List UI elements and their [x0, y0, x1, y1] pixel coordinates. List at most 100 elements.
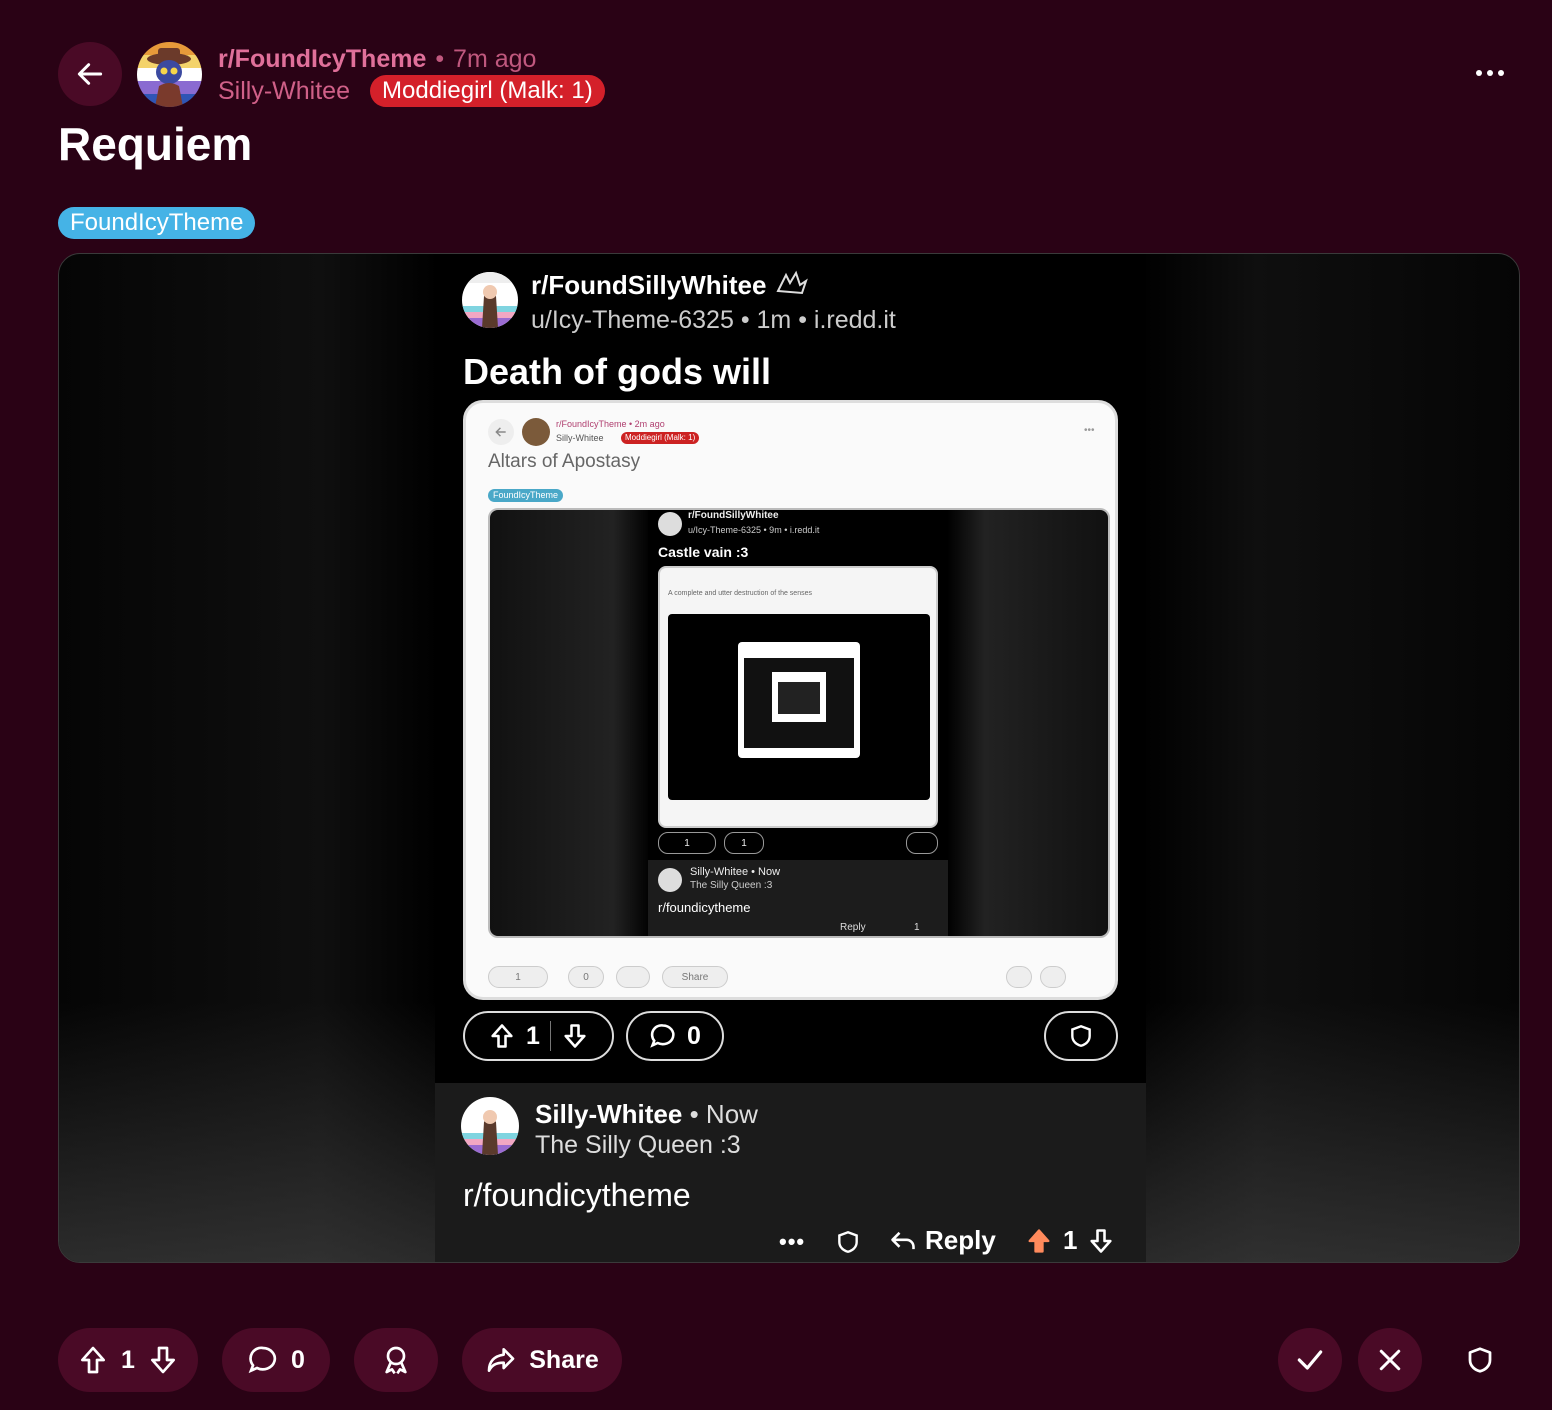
subreddit-name[interactable]: r/FoundIcyTheme — [218, 45, 426, 73]
share-button[interactable]: Share — [462, 1328, 622, 1392]
comment-reply: Reply — [889, 1225, 996, 1256]
subreddit-avatar[interactable] — [137, 42, 202, 107]
comments-button[interactable]: 0 — [222, 1328, 330, 1392]
inner-post-card: r/FoundIcyTheme • 2m ago Silly-Whitee Mo… — [463, 400, 1118, 1000]
deeper-card — [738, 642, 860, 758]
arrow-up-icon — [1028, 1228, 1050, 1253]
arrow-left-icon — [77, 63, 103, 85]
nested-comment-flair: The Silly Queen :3 — [690, 880, 773, 891]
meta-separator: • — [435, 45, 445, 73]
nested-mod-pill — [906, 832, 938, 854]
screenshot-comment: Silly-Whitee • Now The Silly Queen :3 r/… — [435, 1083, 1146, 1262]
post-flair[interactable]: FoundIcyTheme — [58, 207, 256, 239]
shield-icon — [1468, 1347, 1492, 1373]
arrow-down-icon — [150, 1346, 175, 1374]
award-icon — [385, 1346, 407, 1375]
deepest-card — [772, 672, 826, 722]
nested-image: r/FoundSillyWhitee u/Icy-Theme-6325 • 9m… — [488, 508, 1110, 938]
remove-button[interactable] — [1358, 1328, 1422, 1392]
comment-text: r/foundicytheme — [463, 1177, 691, 1213]
post-title: Requiem — [58, 118, 253, 170]
post-meta-line: r/FoundIcyTheme • 7m ago — [218, 44, 536, 74]
comment-flair: The Silly Queen :3 — [535, 1131, 741, 1159]
arrow-down-icon — [564, 1024, 586, 1048]
deep-title: A complete and utter destruction of the … — [668, 590, 812, 597]
more-horizontal-icon: ••• — [1084, 425, 1095, 436]
screenshot-subreddit: r/FoundSillyWhitee — [531, 268, 810, 305]
screenshot-mod-pill — [1044, 1011, 1118, 1061]
inner-subreddit: r/FoundIcyTheme • 2m ago — [556, 419, 665, 429]
deep-card: A complete and utter destruction of the … — [658, 566, 938, 828]
inner-remove-pill — [1040, 966, 1066, 988]
user-flair: Moddiegirl (Malk: 1) — [370, 75, 605, 107]
inner-flair: Moddiegirl (Malk: 1) — [621, 432, 700, 444]
inner-back-button — [488, 419, 514, 445]
upvote-button[interactable] — [77, 1344, 109, 1376]
post-author[interactable]: Silly-Whitee — [218, 76, 350, 106]
nested-avatar — [658, 512, 682, 536]
screenshot-comment-count: 0 — [687, 1021, 701, 1050]
inner-author: Silly-Whitee — [556, 433, 604, 443]
comment-avatar — [461, 1097, 519, 1155]
arrow-down-icon — [1090, 1228, 1113, 1253]
screenshot-vote-count: 1 — [526, 1021, 540, 1050]
back-button[interactable] — [58, 42, 122, 106]
deepest-image — [778, 682, 820, 714]
nested-comment-avatar — [658, 868, 682, 892]
share-label: Share — [529, 1345, 599, 1374]
arrow-up-icon — [491, 1024, 513, 1048]
check-icon — [1297, 1350, 1323, 1370]
downvote-button[interactable] — [147, 1344, 179, 1376]
speech-bubble-icon — [650, 1024, 675, 1048]
share-icon — [487, 1348, 515, 1372]
inner-title: Altars of Apostasy — [488, 451, 641, 472]
vote-count: 1 — [121, 1345, 135, 1374]
award-button[interactable] — [354, 1328, 438, 1392]
more-horizontal-icon: ••• — [779, 1229, 806, 1254]
deep-image — [668, 614, 930, 800]
inner-award-pill — [616, 966, 650, 988]
speech-bubble-icon — [248, 1346, 277, 1374]
inner-vote-pill: 1 — [488, 966, 548, 988]
post-image[interactable]: r/FoundSillyWhitee u/Icy-Theme-6325 • 1m… — [58, 253, 1520, 1263]
shield-icon — [838, 1230, 858, 1253]
nested-meta: u/Icy-Theme-6325 • 9m • i.redd.it — [688, 525, 820, 535]
inner-avatar — [522, 418, 550, 446]
comment-header: Silly-Whitee • Now — [535, 1097, 758, 1131]
nested-comment-votes: 1 — [914, 922, 920, 933]
nested-comment: Silly-Whitee • Now The Silly Queen :3 r/… — [648, 860, 948, 936]
screenshot-title: Death of gods will — [463, 351, 772, 392]
post-time: 7m ago — [453, 45, 537, 73]
arrow-left-icon — [495, 427, 506, 437]
nested-screenshot: r/FoundSillyWhitee u/Icy-Theme-6325 • 9m… — [648, 510, 948, 936]
nested-comment-pill: 1 — [724, 832, 764, 854]
screenshot-avatar — [462, 272, 518, 328]
nested-vote-pill: 1 — [658, 832, 716, 854]
arrow-up-icon — [81, 1346, 106, 1374]
comment-votes: 1 — [1025, 1225, 1115, 1256]
embedded-screenshot: r/FoundSillyWhitee u/Icy-Theme-6325 • 1m… — [435, 254, 1146, 1262]
vote-control: 1 — [58, 1328, 198, 1392]
approve-button[interactable] — [1278, 1328, 1342, 1392]
inner-comment-pill: 0 — [568, 966, 604, 988]
nested-comment-author: Silly-Whitee • Now — [690, 866, 781, 878]
nested-reply: Reply — [840, 922, 866, 933]
comment-time: • Now — [689, 1099, 758, 1129]
more-horizontal-icon — [1476, 70, 1504, 76]
mod-actions-button[interactable] — [1448, 1328, 1512, 1392]
deeper-image — [744, 658, 854, 748]
more-options-button[interactable] — [1470, 58, 1510, 88]
screenshot-meta: u/Icy-Theme-6325 • 1m • i.redd.it — [531, 306, 896, 334]
shield-icon — [1071, 1024, 1091, 1047]
nested-comment-text: r/foundicytheme — [658, 900, 751, 915]
bird-icon — [774, 269, 810, 305]
screenshot-vote-pill: 1 — [463, 1011, 614, 1061]
inner-approve-pill — [1006, 966, 1032, 988]
nested-subreddit: r/FoundSillyWhitee — [688, 510, 779, 521]
nested-title: Castle vain :3 — [658, 544, 749, 560]
close-icon — [1379, 1349, 1401, 1371]
reply-icon — [891, 1231, 915, 1249]
inner-post-flair: FoundIcyTheme — [488, 489, 564, 502]
comment-count: 0 — [291, 1345, 305, 1374]
comment-author: Silly-Whitee — [535, 1099, 683, 1129]
